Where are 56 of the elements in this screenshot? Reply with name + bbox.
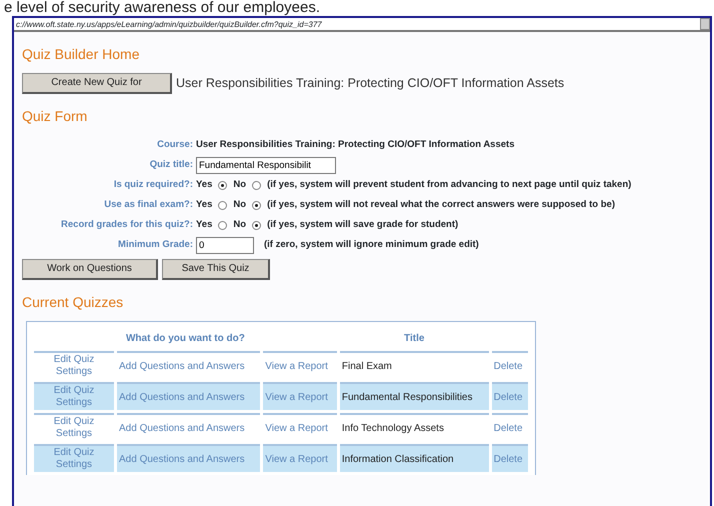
radio-button[interactable] xyxy=(252,180,262,190)
view-report-link[interactable]: View a Report xyxy=(263,444,337,472)
field-label: Minimum Grade: xyxy=(117,238,194,252)
radio-button[interactable] xyxy=(218,220,228,230)
option-label: Yes xyxy=(196,198,212,212)
create-quiz-button[interactable]: Create New Quiz for xyxy=(22,73,172,94)
quiz-title: Info Technology Assets xyxy=(340,413,489,441)
option-label: Yes xyxy=(196,178,212,192)
field-note: (if zero, system will ignore minimum grade edit) xyxy=(264,238,479,252)
quiz-title: Final Exam xyxy=(340,351,489,379)
radio-button[interactable] xyxy=(252,200,262,210)
delete-link[interactable]: Delete xyxy=(492,351,528,379)
add-questions-link[interactable]: Add Questions and Answers xyxy=(117,444,260,472)
field-note: (if yes, system will prevent student from advancing to next page until quiz taken) xyxy=(267,178,632,192)
edit-settings-link[interactable]: Edit Quiz Settings xyxy=(34,382,114,410)
form-button[interactable]: Work on Questions xyxy=(22,259,158,280)
radio-button[interactable] xyxy=(218,200,228,210)
field-label: Quiz title: xyxy=(148,158,194,172)
add-questions-link[interactable]: Add Questions and Answers xyxy=(117,413,260,441)
delete-link[interactable]: Delete xyxy=(492,444,528,472)
field-note: (if yes, system will not reveal what the correct answers were supposed to be) xyxy=(267,198,615,212)
field-value: User Responsibilities Training: Protecting CIO/OFT Information Assets xyxy=(196,138,514,152)
option-label: No xyxy=(233,218,246,232)
edit-settings-link[interactable]: Edit Quiz Settings xyxy=(34,413,114,441)
field-label: Use as final exam?: xyxy=(103,198,194,212)
radio-button[interactable] xyxy=(218,180,228,190)
view-report-link[interactable]: View a Report xyxy=(263,413,337,441)
field-label: Course: xyxy=(156,138,194,152)
section-heading: Current Quizzes xyxy=(22,293,124,312)
section-heading: Quiz Form xyxy=(22,107,88,126)
column-header: What do you want to do? xyxy=(124,332,246,346)
view-report-link[interactable]: View a Report xyxy=(263,382,337,410)
add-questions-link[interactable]: Add Questions and Answers xyxy=(117,382,260,410)
edit-settings-link[interactable]: Edit Quiz Settings xyxy=(34,444,114,472)
option-label: No xyxy=(233,178,246,192)
add-questions-link[interactable]: Add Questions and Answers xyxy=(117,351,260,379)
option-label: No xyxy=(233,198,246,212)
option-label: Yes xyxy=(196,218,212,232)
quiz-title: Fundamental Responsibilities xyxy=(340,382,489,410)
section-heading: Quiz Builder Home xyxy=(22,45,140,64)
edit-settings-link[interactable]: Edit Quiz Settings xyxy=(34,351,114,379)
radio-button[interactable] xyxy=(252,220,262,230)
field-note: (if yes, system will save grade for student) xyxy=(267,218,458,232)
view-report-link[interactable]: View a Report xyxy=(263,351,337,379)
quiz-title: Information Classification xyxy=(340,444,489,472)
field-label: Record grades for this quiz?: xyxy=(60,218,194,232)
text-field[interactable]: 0 xyxy=(196,236,254,254)
caption-text: e level of security awareness of our employees. xyxy=(3,0,321,16)
scroll-button[interactable] xyxy=(700,18,710,30)
course-name: User Responsibilities Training: Protecting CIO/OFT Information Assets xyxy=(176,75,564,92)
form-button[interactable]: Save This Quiz xyxy=(162,259,270,280)
column-header: Title xyxy=(403,332,426,346)
field-label: Is quiz required?: xyxy=(112,178,194,192)
delete-link[interactable]: Delete xyxy=(492,382,528,410)
text-field[interactable]: Fundamental Responsibilit xyxy=(196,156,336,174)
delete-link[interactable]: Delete xyxy=(492,413,528,441)
